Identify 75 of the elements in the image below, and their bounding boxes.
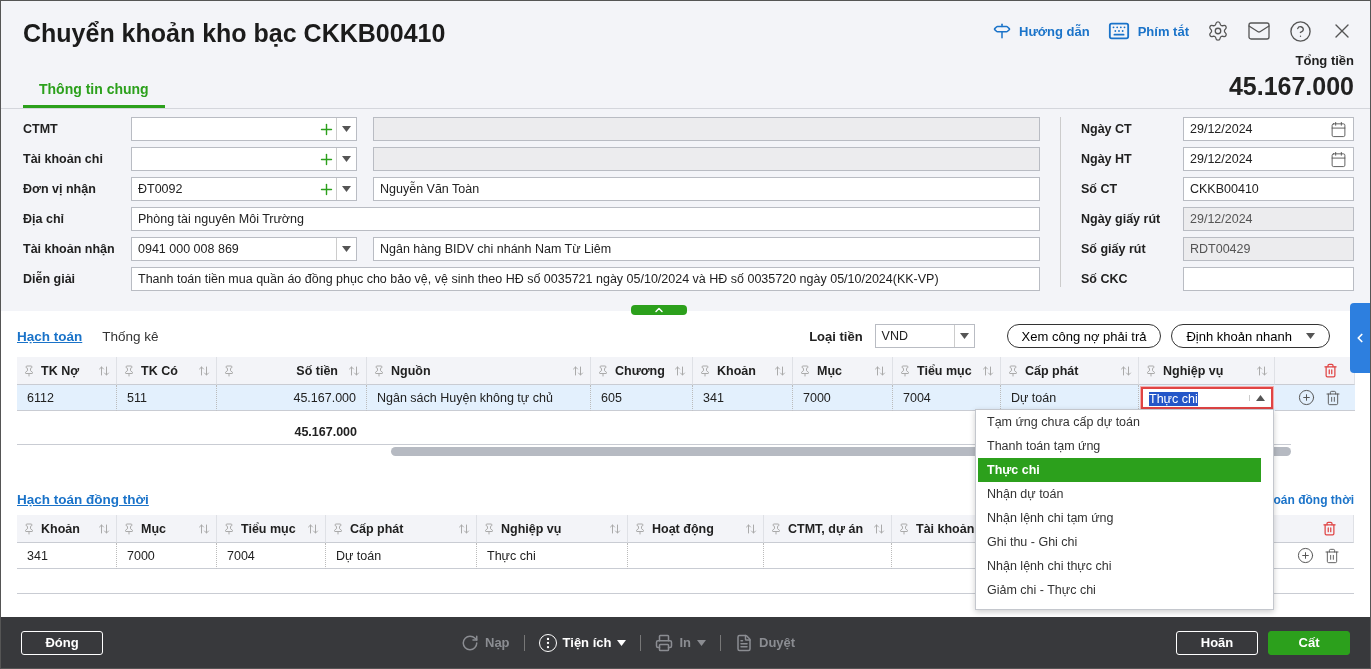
text-field[interactable]: Phòng tài nguyên Môi Trường	[131, 207, 1040, 231]
menu-item[interactable]: Nhận lệnh chi thực chi	[978, 554, 1261, 578]
column-header[interactable]: Khoản	[17, 515, 117, 543]
menu-item[interactable]: Tạm ứng chưa cấp dự toán	[978, 410, 1261, 434]
column-header[interactable]: Nghiệp vụ	[477, 515, 628, 543]
total-amount: 45.167.000	[1228, 72, 1354, 101]
field-label: Địa chỉ	[23, 212, 65, 226]
column-header[interactable]: Cấp phát	[326, 515, 477, 543]
field-label: Ngày giấy rút	[1081, 212, 1162, 226]
column-header[interactable]: Nguồn	[367, 357, 591, 385]
table-cell: Dự toán	[326, 543, 477, 569]
menu-item[interactable]: Nhận dự toán	[978, 482, 1261, 506]
table-cell: 7004	[893, 385, 1001, 411]
column-header[interactable]: Tiểu mục	[217, 515, 326, 543]
table-cell: Dự toán	[1001, 385, 1139, 411]
column-header[interactable]: Chương	[591, 357, 693, 385]
guide-link[interactable]: Hướng dẫn	[993, 22, 1090, 40]
dropdown-editor[interactable]: Thực chi	[1141, 387, 1273, 409]
section-link[interactable]: oán đồng thời	[1273, 492, 1354, 507]
table-cell: 341	[17, 543, 117, 569]
section-link[interactable]: Hạch toán đồng thời	[17, 492, 149, 507]
column-header[interactable]: Tiểu mục	[893, 357, 1001, 385]
total-label: Tổng tiền	[1295, 53, 1354, 68]
field-label: Tài khoản nhận	[23, 242, 115, 256]
field-label: Diễn giải	[23, 272, 77, 286]
column-header[interactable]: Khoản	[693, 357, 793, 385]
field-label: Ngày HT	[1081, 152, 1133, 166]
field-label: CTMT	[23, 122, 59, 136]
field-label: Tài khoản chi	[23, 152, 104, 166]
table-cell: 341	[693, 385, 793, 411]
table-cell: 6112	[17, 385, 117, 411]
date-field[interactable]: 29/12/2024	[1183, 147, 1354, 171]
column-header[interactable]: TK Nợ	[17, 357, 117, 385]
field-label: Ngày CT	[1081, 122, 1133, 136]
table-cell: 511	[117, 385, 217, 411]
text-field[interactable]: CKKB00410	[1183, 177, 1354, 201]
shortcuts-link[interactable]: Phím tắt	[1107, 20, 1189, 42]
debt-button[interactable]: Xem công nợ phải trả	[1006, 324, 1162, 348]
column-header[interactable]: Mục	[793, 357, 893, 385]
section-tab[interactable]: Thống kê	[102, 328, 159, 344]
column-header[interactable]: Nghiệp vụ	[1139, 357, 1275, 385]
column-header[interactable]: Mục	[117, 515, 217, 543]
name-field[interactable]: Ngân hàng BIDV chi nhánh Nam Từ Liêm	[373, 237, 1040, 261]
column-header[interactable]: Hoạt động	[628, 515, 764, 543]
field-label: Đơn vị nhận	[23, 182, 97, 196]
table-cell: 7004	[217, 543, 326, 569]
date-field[interactable]: 29/12/2024	[1183, 117, 1354, 141]
table-cell: 605	[591, 385, 693, 411]
column-header[interactable]: Cấp phát	[1001, 357, 1139, 385]
name-field[interactable]: Nguyễn Văn Toàn	[373, 177, 1040, 201]
currency-label: Loại tiền	[809, 328, 863, 344]
field-label: Số giấy rút	[1081, 242, 1147, 256]
close-button[interactable]: Đóng	[21, 630, 103, 655]
combo-field[interactable]: 0941 000 008 869	[131, 237, 357, 261]
utility-button[interactable]: Tiện ích	[538, 633, 627, 652]
table-cell: Thực chi	[477, 543, 628, 569]
table-cell: 7000	[117, 543, 217, 569]
column-header[interactable]: Số tiền	[217, 357, 367, 385]
column-header[interactable]: CTMT, dự án	[764, 515, 892, 543]
menu-item[interactable]: Giảm chi - Thực chi	[978, 578, 1261, 602]
window-title: Chuyển khoản kho bạc CKKB00410	[23, 19, 446, 48]
table-cell: 45.167.000	[217, 385, 367, 411]
menu-item[interactable]: Thanh toán tạm ứng	[978, 434, 1261, 458]
table-cell: Ngân sách Huyện không tự chủ	[367, 385, 591, 411]
column-header[interactable]: TK Có	[117, 357, 217, 385]
currency-select[interactable]: VND	[874, 324, 975, 348]
field-label: Số CT	[1081, 182, 1119, 196]
field-label: Số CKC	[1081, 272, 1129, 286]
cancel-button[interactable]: Hoãn	[1176, 630, 1258, 655]
quick-entry-button[interactable]: Định khoản nhanh	[1171, 324, 1330, 348]
total-cell: 45.167.000	[17, 419, 367, 445]
table-cell: 7000	[793, 385, 893, 411]
section-tab[interactable]: Hạch toán	[17, 328, 83, 344]
combo-field[interactable]: ĐT0092	[131, 177, 357, 201]
text-field[interactable]: Thanh toán tiền mua quần áo đồng phục cho bảo vệ, vệ sinh theo HĐ số 0035721 ngày 05/10/2024 và HĐ số 0035720 ngày 05/10/2024(KK-VP)	[131, 267, 1040, 291]
